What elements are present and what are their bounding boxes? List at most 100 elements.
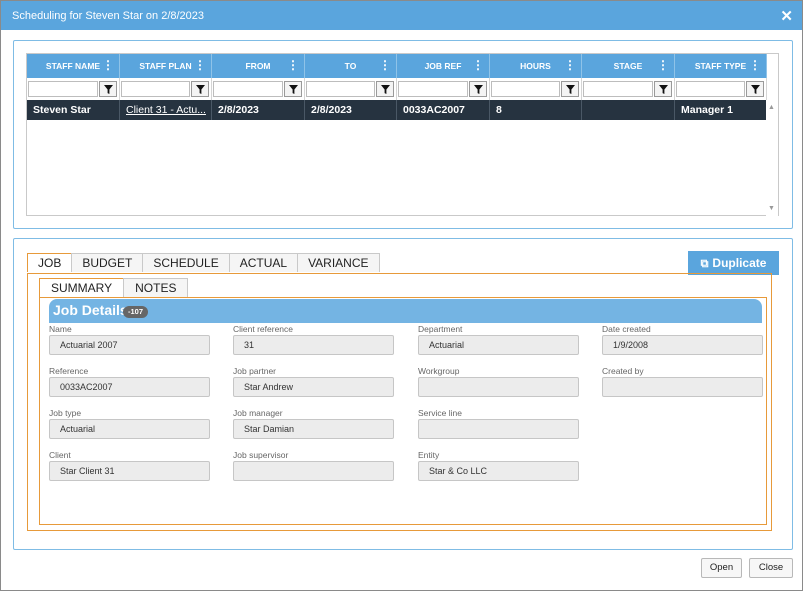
column-header-hours[interactable]: HOURS ⋮ <box>490 54 582 78</box>
dialog-title: Scheduling for Steven Star on 2/8/2023 <box>12 10 205 22</box>
column-menu-icon[interactable]: ⋮ <box>287 54 299 76</box>
filter-input-from[interactable] <box>213 81 283 97</box>
section-title: Job Details <box>53 302 128 318</box>
cell-staff-name: Steven Star <box>27 100 120 120</box>
filter-icon[interactable] <box>99 81 117 97</box>
field-service-line: Service line <box>418 408 579 439</box>
filter-cell-staff-plan <box>120 78 212 100</box>
job-type-field[interactable]: Actuarial <box>49 419 210 439</box>
department-field[interactable]: Actuarial <box>418 335 579 355</box>
cell-from: 2/8/2023 <box>212 100 305 120</box>
sub-tabs: SUMMARY NOTES <box>39 278 189 297</box>
filter-input-staff-type[interactable] <box>676 81 745 97</box>
grid-header: STAFF NAME ⋮ STAFF PLAN ⋮ FROM ⋮ TO ⋮ JOB RE… <box>27 54 767 78</box>
tab-notes[interactable]: NOTES <box>123 278 189 297</box>
column-header-staff-type[interactable]: STAFF TYPE ⋮ <box>675 54 767 78</box>
tab-budget[interactable]: BUDGET <box>71 253 144 272</box>
reference-field[interactable]: 0033AC2007 <box>49 377 210 397</box>
filter-input-stage[interactable] <box>583 81 653 97</box>
entity-field[interactable]: Star & Co LLC <box>418 461 579 481</box>
filter-input-to[interactable] <box>306 81 375 97</box>
date-created-field[interactable]: 1/9/2008 <box>602 335 763 355</box>
filter-input-staff-plan[interactable] <box>121 81 190 97</box>
field-workgroup: Workgroup <box>418 366 579 397</box>
schedule-grid-panel: STAFF NAME ⋮ STAFF PLAN ⋮ FROM ⋮ TO ⋮ JOB RE… <box>13 40 793 229</box>
filter-cell-staff-name <box>27 78 120 100</box>
scroll-down-icon[interactable]: ▼ <box>768 205 775 212</box>
column-menu-icon[interactable]: ⋮ <box>749 54 761 76</box>
filter-icon[interactable] <box>284 81 302 97</box>
scroll-up-icon[interactable]: ▲ <box>768 104 775 111</box>
name-field[interactable]: Actuarial 2007 <box>49 335 210 355</box>
column-header-staff-name[interactable]: STAFF NAME ⋮ <box>27 54 120 78</box>
field-name: Name Actuarial 2007 <box>49 324 210 355</box>
filter-icon[interactable] <box>561 81 579 97</box>
cell-job-ref: 0033AC2007 <box>397 100 490 120</box>
field-job-partner: Job partner Star Andrew <box>233 366 394 397</box>
column-header-job-ref[interactable]: JOB REF ⋮ <box>397 54 490 78</box>
filter-cell-job-ref <box>397 78 490 100</box>
job-supervisor-field[interactable] <box>233 461 394 481</box>
cell-hours: 8 <box>490 100 582 120</box>
field-job-type: Job type Actuarial <box>49 408 210 439</box>
cell-stage <box>582 100 675 120</box>
tab-schedule[interactable]: SCHEDULE <box>142 253 230 272</box>
filter-cell-staff-type <box>675 78 767 100</box>
filter-icon[interactable] <box>654 81 672 97</box>
column-menu-icon[interactable]: ⋮ <box>379 54 391 76</box>
filter-icon[interactable] <box>469 81 487 97</box>
client-reference-field[interactable]: 31 <box>233 335 394 355</box>
filter-cell-to <box>305 78 397 100</box>
tab-job[interactable]: JOB <box>27 253 73 272</box>
created-by-field[interactable] <box>602 377 763 397</box>
field-reference: Reference 0033AC2007 <box>49 366 210 397</box>
close-button[interactable]: Close <box>749 558 793 578</box>
field-job-supervisor: Job supervisor <box>233 450 394 481</box>
staff-plan-link[interactable]: Client 31 - Actu... <box>120 100 212 120</box>
field-client-reference: Client reference 31 <box>233 324 394 355</box>
column-header-stage[interactable]: STAGE ⋮ <box>582 54 675 78</box>
filter-cell-from <box>212 78 305 100</box>
field-client: Client Star Client 31 <box>49 450 210 481</box>
tab-summary[interactable]: SUMMARY <box>39 278 125 297</box>
job-details-header: Job Details -107 <box>49 299 762 323</box>
column-menu-icon[interactable]: ⋮ <box>102 54 114 76</box>
cell-staff-type: Manager 1 <box>675 100 767 120</box>
field-created-by: Created by <box>602 366 763 397</box>
client-field[interactable]: Star Client 31 <box>49 461 210 481</box>
service-line-field[interactable] <box>418 419 579 439</box>
column-header-to[interactable]: TO ⋮ <box>305 54 397 78</box>
dialog-titlebar: Scheduling for Steven Star on 2/8/2023 ✕ <box>1 1 802 30</box>
column-header-from[interactable]: FROM ⋮ <box>212 54 305 78</box>
tab-variance[interactable]: VARIANCE <box>297 253 380 272</box>
field-job-manager: Job manager Star Damian <box>233 408 394 439</box>
filter-icon[interactable] <box>191 81 209 97</box>
column-menu-icon[interactable]: ⋮ <box>472 54 484 76</box>
scheduling-dialog: Scheduling for Steven Star on 2/8/2023 ✕… <box>0 0 803 591</box>
filter-input-staff-name[interactable] <box>28 81 98 97</box>
column-menu-icon[interactable]: ⋮ <box>564 54 576 76</box>
column-header-staff-plan[interactable]: STAFF PLAN ⋮ <box>120 54 212 78</box>
job-id-badge: -107 <box>123 306 149 318</box>
field-entity: Entity Star & Co LLC <box>418 450 579 481</box>
field-department: Department Actuarial <box>418 324 579 355</box>
filter-input-job-ref[interactable] <box>398 81 468 97</box>
tab-actual[interactable]: ACTUAL <box>228 253 299 272</box>
duplicate-button[interactable]: ⧉ Duplicate <box>688 251 779 275</box>
filter-cell-hours <box>490 78 582 100</box>
column-menu-icon[interactable]: ⋮ <box>657 54 669 76</box>
filter-input-hours[interactable] <box>491 81 560 97</box>
workgroup-field[interactable] <box>418 377 579 397</box>
filter-icon[interactable] <box>746 81 764 97</box>
job-manager-field[interactable]: Star Damian <box>233 419 394 439</box>
filter-row <box>27 78 767 100</box>
column-menu-icon[interactable]: ⋮ <box>194 54 206 76</box>
cell-to: 2/8/2023 <box>305 100 397 120</box>
open-button[interactable]: Open <box>701 558 742 578</box>
close-icon[interactable]: ✕ <box>780 7 793 25</box>
grid-scrollbar[interactable]: ▲ ▼ <box>766 100 778 216</box>
table-row[interactable]: Steven Star Client 31 - Actu... 2/8/2023… <box>27 100 767 120</box>
job-detail-panel: JOB BUDGET SCHEDULE ACTUAL VARIANCE ⧉ Dup… <box>13 238 793 550</box>
job-partner-field[interactable]: Star Andrew <box>233 377 394 397</box>
filter-icon[interactable] <box>376 81 394 97</box>
